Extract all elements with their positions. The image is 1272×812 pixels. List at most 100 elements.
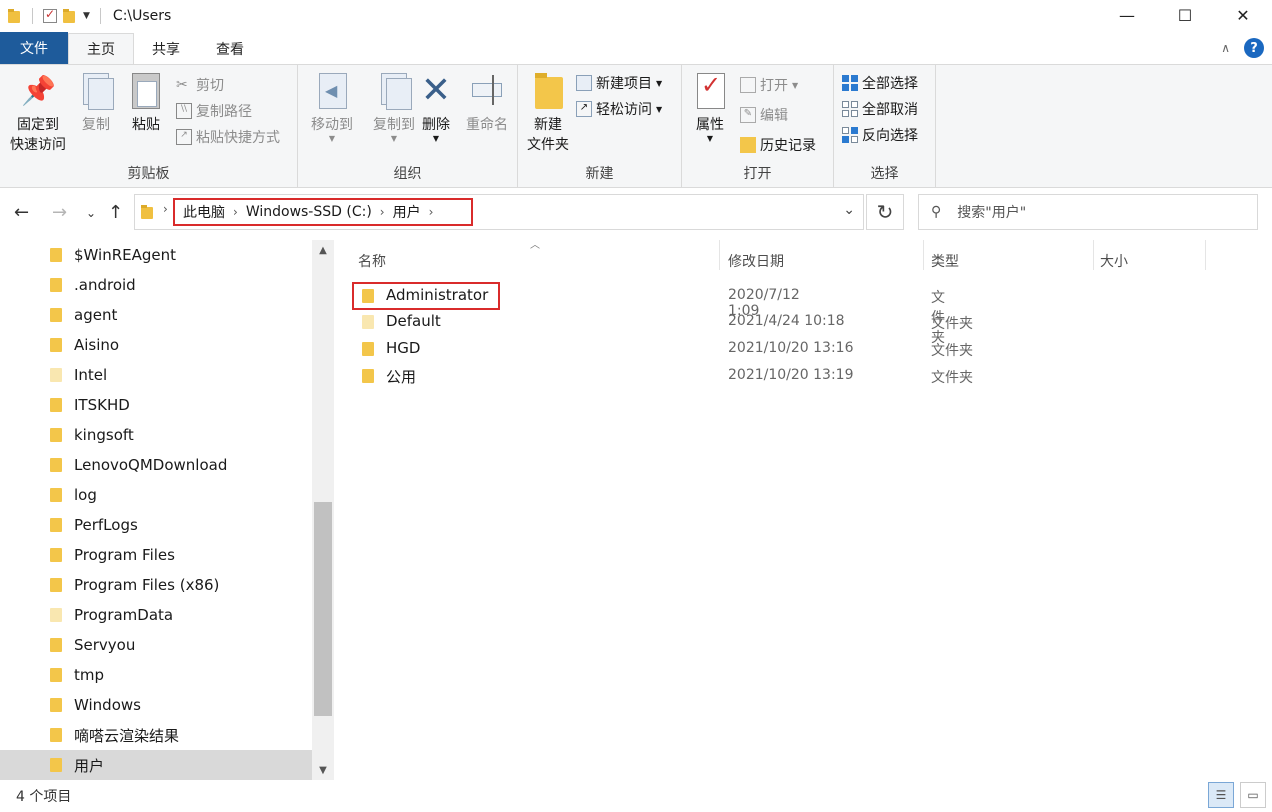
edit-button[interactable]: ✎ 编辑 bbox=[740, 103, 788, 127]
column-header-name[interactable]: 名称 bbox=[358, 246, 718, 276]
maximize-button[interactable]: ☐ bbox=[1156, 0, 1214, 30]
file-date: 2021/10/20 13:19 bbox=[728, 367, 854, 383]
scroll-down-icon[interactable]: ▼ bbox=[312, 760, 334, 780]
tree-item[interactable]: $WinREAgent bbox=[0, 240, 312, 270]
pin-quick-access-button[interactable]: 📌 固定到 快速访问 bbox=[6, 71, 70, 155]
column-size-label: 大小 bbox=[1100, 254, 1128, 270]
invert-selection-label: 反向选择 bbox=[862, 128, 918, 144]
column-date-label: 修改日期 bbox=[728, 254, 784, 270]
tree-item[interactable]: Servyou bbox=[0, 630, 312, 660]
tree-item[interactable]: 用户 bbox=[0, 750, 312, 780]
breadcrumb-drive-c[interactable]: Windows-SSD (C:) bbox=[246, 204, 372, 220]
cut-button[interactable]: ✂ 剪切 bbox=[176, 73, 224, 97]
properties-check-icon[interactable] bbox=[43, 7, 57, 23]
new-folder-button[interactable]: 新建 文件夹 bbox=[522, 71, 574, 155]
group-label: 剪贴板 bbox=[127, 166, 170, 182]
rename-button[interactable]: 重命名 bbox=[460, 71, 514, 135]
folder-icon bbox=[50, 608, 62, 622]
tree-item[interactable]: .android bbox=[0, 270, 312, 300]
address-dropdown-icon[interactable]: ⌄ bbox=[843, 202, 855, 218]
pin-icon: 📌 bbox=[21, 74, 56, 107]
tree-item-label: ITSKHD bbox=[74, 396, 130, 414]
paste-button[interactable]: 粘贴 bbox=[124, 71, 168, 135]
file-name: Administrator bbox=[386, 286, 489, 304]
move-to-button[interactable]: ◀ 移动到 ▼ bbox=[304, 71, 360, 143]
new-folder-icon[interactable] bbox=[63, 9, 77, 23]
file-row[interactable]: Default 2021/4/24 10:18 文件夹 bbox=[352, 309, 1252, 335]
tree-item[interactable]: Windows bbox=[0, 690, 312, 720]
breadcrumb-users[interactable]: 用户 bbox=[393, 202, 421, 222]
tree-item-label: tmp bbox=[74, 666, 105, 684]
collapse-ribbon-icon[interactable]: ∧ bbox=[1221, 41, 1230, 55]
column-divider[interactable] bbox=[1093, 240, 1094, 270]
large-icons-view-icon[interactable]: ▭ bbox=[1240, 782, 1266, 808]
search-input[interactable]: 搜索"用户" bbox=[957, 202, 1026, 222]
tree-item[interactable]: 嘀嗒云渲染结果 bbox=[0, 720, 312, 750]
tree-item[interactable]: kingsoft bbox=[0, 420, 312, 450]
chevron-right-icon[interactable]: › bbox=[429, 205, 434, 219]
file-row[interactable]: 公用 2021/10/20 13:19 文件夹 bbox=[352, 363, 1252, 389]
paste-shortcut-button[interactable]: ↗ 粘贴快捷方式 bbox=[176, 125, 280, 149]
help-icon[interactable]: ? bbox=[1244, 38, 1264, 58]
easy-access-button[interactable]: ↗ 轻松访问 ▼ bbox=[576, 97, 662, 121]
tree-item[interactable]: log bbox=[0, 480, 312, 510]
navigation-scrollbar[interactable]: ▲ ▼ bbox=[312, 240, 334, 780]
history-button[interactable]: 历史记录 bbox=[740, 133, 816, 157]
tab-view[interactable]: 查看 bbox=[198, 34, 262, 64]
scrollbar-thumb[interactable] bbox=[314, 502, 332, 716]
folder-icon bbox=[50, 278, 62, 292]
properties-button[interactable]: ✓ 属性 ▼ bbox=[688, 71, 732, 143]
file-date: 2021/4/24 10:18 bbox=[728, 313, 845, 329]
customize-toolbar-dropdown[interactable]: ▼ bbox=[83, 11, 90, 21]
up-arrow-icon[interactable]: ↑ bbox=[108, 202, 123, 223]
delete-button[interactable]: ✕ 删除 ▼ bbox=[414, 71, 458, 143]
select-none-button[interactable]: 全部取消 bbox=[842, 97, 918, 121]
chevron-right-icon[interactable]: › bbox=[233, 205, 238, 219]
tree-item[interactable]: agent bbox=[0, 300, 312, 330]
address-bar[interactable]: › 此电脑 › Windows-SSD (C:) › 用户 › ⌄ bbox=[134, 194, 864, 230]
column-header-type[interactable]: 类型 bbox=[931, 246, 1091, 276]
tab-file[interactable]: 文件 bbox=[0, 32, 68, 64]
minimize-button[interactable]: — bbox=[1098, 0, 1156, 30]
file-row[interactable]: HGD 2021/10/20 13:16 文件夹 bbox=[352, 336, 1252, 362]
open-button[interactable]: 打开 ▼ bbox=[740, 73, 798, 97]
forward-arrow-icon[interactable]: → bbox=[52, 202, 67, 223]
recent-locations-chevron-icon[interactable]: ⌄ bbox=[86, 206, 96, 220]
copy-button[interactable]: 复制 bbox=[74, 71, 118, 135]
tree-item[interactable]: Aisino bbox=[0, 330, 312, 360]
tree-item[interactable]: tmp bbox=[0, 660, 312, 690]
folder-icon bbox=[8, 9, 22, 23]
tree-item[interactable]: Program Files (x86) bbox=[0, 570, 312, 600]
tree-item[interactable]: ITSKHD bbox=[0, 390, 312, 420]
column-divider[interactable] bbox=[719, 240, 720, 270]
copy-to-label: 复制到 bbox=[373, 117, 415, 133]
details-view-icon[interactable]: ☰ bbox=[1208, 782, 1234, 808]
tree-item[interactable]: Intel bbox=[0, 360, 312, 390]
scroll-up-icon[interactable]: ▲ bbox=[312, 240, 334, 260]
close-button[interactable]: ✕ bbox=[1214, 0, 1272, 30]
file-row[interactable]: Administrator 2020/7/12 1:09 文件夹 bbox=[352, 282, 945, 346]
tree-item[interactable]: Program Files bbox=[0, 540, 312, 570]
tab-share[interactable]: 共享 bbox=[134, 34, 198, 64]
tree-item-label: Program Files (x86) bbox=[74, 576, 220, 594]
invert-selection-button[interactable]: 反向选择 bbox=[842, 123, 918, 147]
tree-item[interactable]: LenovoQMDownload bbox=[0, 450, 312, 480]
chevron-right-icon[interactable]: › bbox=[380, 205, 385, 219]
breadcrumb-this-pc[interactable]: 此电脑 bbox=[183, 202, 225, 222]
tree-item-label: 用户 bbox=[74, 756, 105, 775]
dropdown-arrow-icon: ▼ bbox=[432, 134, 440, 143]
search-box[interactable]: ⚲ 搜索"用户" bbox=[918, 194, 1258, 230]
tree-item[interactable]: PerfLogs bbox=[0, 510, 312, 540]
column-header-date[interactable]: 修改日期 bbox=[728, 246, 918, 276]
refresh-button[interactable]: ↻ bbox=[866, 194, 904, 230]
column-divider[interactable] bbox=[1205, 240, 1206, 270]
copy-path-button[interactable]: \\ 复制路径 bbox=[176, 99, 252, 123]
back-arrow-icon[interactable]: ← bbox=[14, 202, 29, 223]
column-header-size[interactable]: 大小 bbox=[1100, 246, 1200, 276]
tab-home[interactable]: 主页 bbox=[68, 33, 134, 64]
chevron-right-icon[interactable]: › bbox=[163, 202, 168, 216]
column-divider[interactable] bbox=[923, 240, 924, 270]
new-item-button[interactable]: 新建项目 ▼ bbox=[576, 71, 662, 95]
select-all-button[interactable]: 全部选择 bbox=[842, 71, 918, 95]
tree-item[interactable]: ProgramData bbox=[0, 600, 312, 630]
